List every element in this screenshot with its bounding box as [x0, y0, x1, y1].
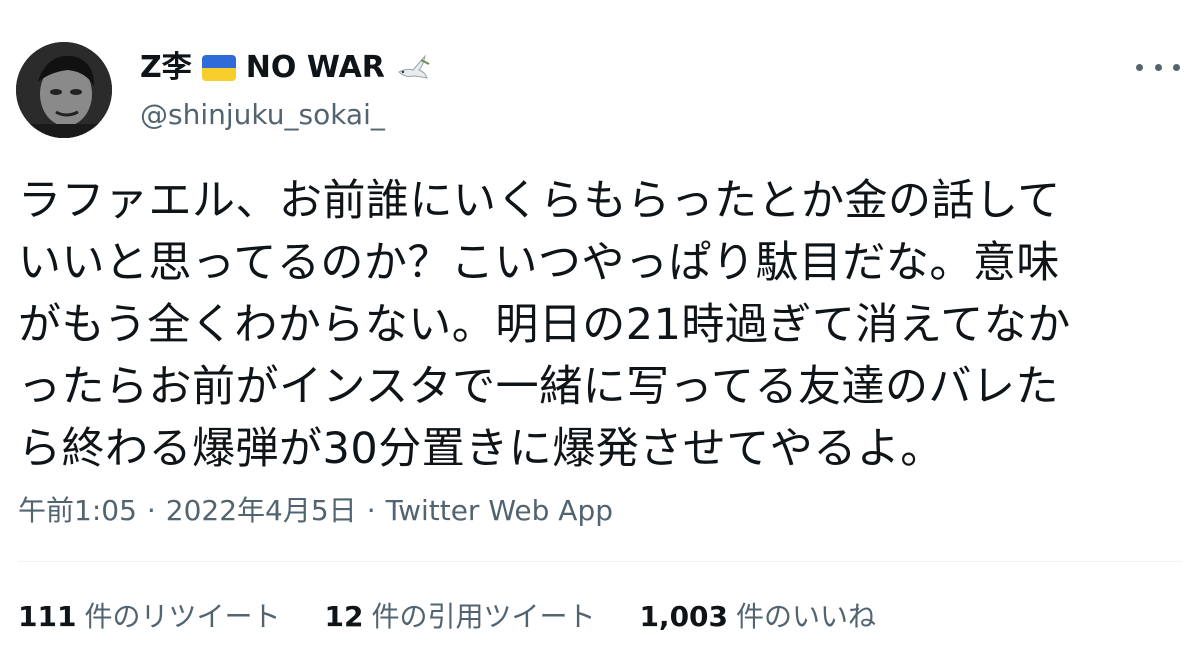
ukraine-flag-icon: [201, 55, 236, 81]
tweet-meta: 午前1:05 · 2022年4月5日 · Twitter Web App: [18, 491, 613, 531]
tweet-text-line: ら終わる爆弾が30分置きに爆発させてやるよ。: [18, 424, 944, 474]
tweet-time[interactable]: 午前1:05: [18, 494, 137, 527]
tweet-text-line: いいと思ってるのか？こいつやっぱり駄目だな。意味: [18, 238, 1060, 288]
author-name-row[interactable]: Z李 NO WAR: [140, 48, 431, 88]
tweet-text-line: ラファエル、お前誰にいくらもらったとか金の話して: [18, 176, 1061, 226]
retweets-stat[interactable]: 111 件のリツイート: [18, 597, 280, 637]
tweet-text-line: ったらお前がインスタで一緒に写ってる友達のバレた: [18, 362, 1059, 412]
quotes-stat[interactable]: 12 件の引用ツイート: [324, 597, 595, 637]
tweet-stats: 111 件のリツイート 12 件の引用ツイート 1,003 件のいいね: [18, 597, 876, 637]
avatar-image: [16, 42, 112, 138]
avatar[interactable]: [16, 42, 112, 138]
likes-count: 1,003: [639, 600, 729, 633]
meta-separator: ·: [366, 494, 376, 527]
tweet-text: ラファエル、お前誰にいくらもらったとか金の話して いいと思ってるのか？こいつやっ…: [18, 170, 1168, 480]
quotes-label: 件の引用ツイート: [371, 600, 596, 633]
likes-label: 件のいいね: [736, 600, 877, 633]
divider: [18, 561, 1182, 562]
meta-separator: ·: [146, 494, 156, 527]
author-name[interactable]: Z李: [140, 48, 192, 88]
author-name-suffix[interactable]: NO WAR: [246, 48, 385, 88]
author-handle[interactable]: @shinjuku_sokai_: [140, 95, 385, 135]
tweet-source[interactable]: Twitter Web App: [386, 494, 613, 527]
retweets-count: 111: [18, 600, 77, 633]
more-options-icon[interactable]: [1136, 52, 1180, 82]
dove-icon: [395, 50, 431, 86]
retweets-label: 件のリツイート: [84, 600, 281, 633]
tweet-date[interactable]: 2022年4月5日: [166, 494, 357, 527]
quotes-count: 12: [324, 600, 364, 633]
likes-stat[interactable]: 1,003 件のいいね: [639, 597, 876, 637]
tweet-text-line: がもう全くわからない。明日の21時過ぎて消えてなか: [18, 300, 1071, 350]
